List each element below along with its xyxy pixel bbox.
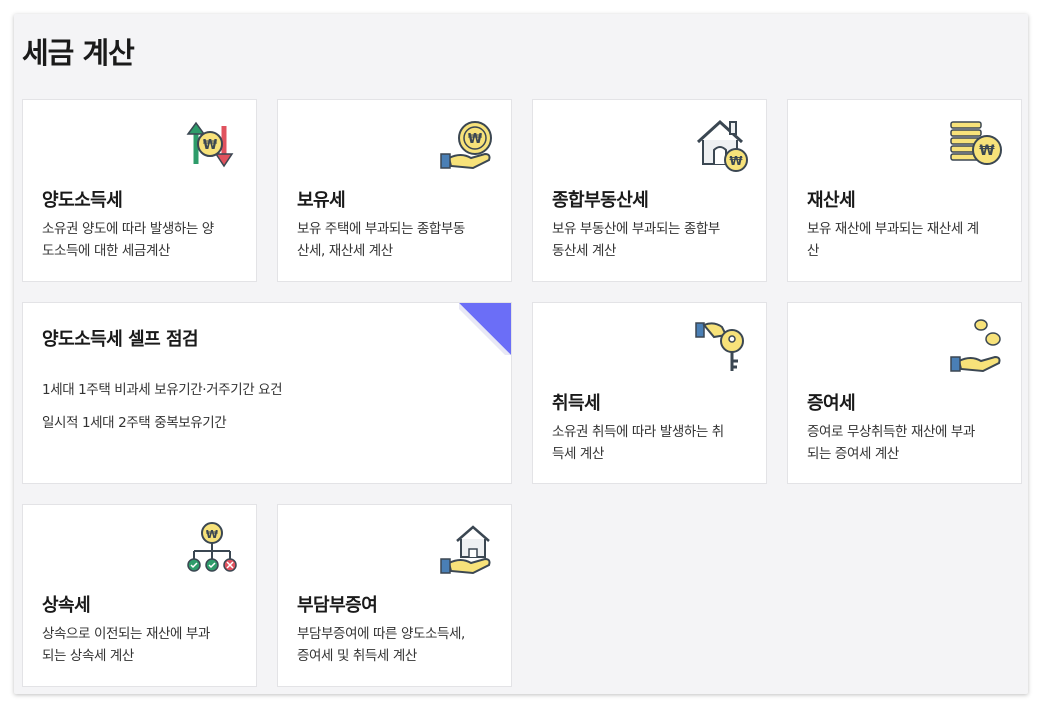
card-yangdo-tax[interactable]: ₩ 양도소득세 소유권 양도에 따라 발생하는 양 도소득에 대한 세금계산: [22, 99, 257, 282]
hand-falling-coins-icon: [947, 317, 1007, 377]
corner-ribbon-icon: [459, 303, 511, 355]
card-title: 양도소득세: [42, 190, 123, 211]
svg-text:₩: ₩: [203, 138, 218, 153]
card-title: 취득세: [552, 393, 601, 414]
transfer-arrows-won-icon: ₩: [182, 114, 242, 174]
card-yangdo-self-check[interactable]: 양도소득세 셀프 점검 1세대 1주택 비과세 보유기간·거주기간 요건 일시적…: [22, 302, 512, 484]
card-description: 증여로 무상취득한 재산에 부과 되는 증여세 계산: [807, 424, 975, 462]
card-description: 보유 부동산에 부과되는 종합부 동산세 계산: [552, 221, 720, 259]
svg-text:₩: ₩: [979, 143, 995, 159]
svg-text:₩: ₩: [206, 528, 218, 541]
card-jonghap-tax[interactable]: ₩ 종합부동산세 보유 부동산에 부과되는 종합부 동산세 계산: [532, 99, 767, 282]
card-title: 양도소득세 셀프 점검: [42, 329, 199, 350]
card-description: 소유권 양도에 따라 발생하는 양 도소득에 대한 세금계산: [42, 221, 214, 259]
coin-stack-icon: ₩: [947, 114, 1007, 174]
card-title: 보유세: [297, 190, 346, 211]
hand-house-icon: [437, 519, 497, 579]
card-description: 소유권 취득에 따라 발생하는 취 득세 계산: [552, 424, 724, 462]
page-title: 세금 계산: [22, 36, 135, 70]
card-title: 증여세: [807, 393, 856, 414]
hand-key-icon: [692, 317, 752, 377]
card-description: 보유 주택에 부과되는 종합부동 산세, 재산세 계산: [297, 221, 465, 259]
house-coin-icon: ₩: [692, 114, 752, 174]
self-check-item[interactable]: 1세대 1주택 비과세 보유기간·거주기간 요건: [42, 378, 283, 398]
hand-coin-icon: ₩: [437, 114, 497, 174]
card-description: 상속으로 이전되는 재산에 부과 되는 상속세 계산: [42, 626, 210, 664]
card-chideuk-tax[interactable]: 취득세 소유권 취득에 따라 발생하는 취 득세 계산: [532, 302, 767, 484]
card-jeungyeo-tax[interactable]: 증여세 증여로 무상취득한 재산에 부과 되는 증여세 계산: [787, 302, 1022, 484]
card-budam-jeungyeo[interactable]: 부담부증여 부담부증여에 따른 양도소득세, 증여세 및 취득세 계산: [277, 504, 512, 687]
svg-text:₩: ₩: [729, 154, 743, 168]
card-description: 부담부증여에 따른 양도소득세, 증여세 및 취득세 계산: [297, 626, 465, 664]
card-title: 종합부동산세: [552, 190, 649, 211]
card-title: 재산세: [807, 190, 856, 211]
svg-text:₩: ₩: [468, 132, 483, 147]
inheritance-tree-icon: ₩: [182, 519, 242, 579]
card-title: 상속세: [42, 595, 91, 616]
card-sangsok-tax[interactable]: ₩ 상속세 상속으로 이전되는 재산에 부과 되는 상속세 계산: [22, 504, 257, 687]
card-boyu-tax[interactable]: ₩ 보유세 보유 주택에 부과되는 종합부동 산세, 재산세 계산: [277, 99, 512, 282]
card-description: 보유 재산에 부과되는 재산세 계산: [807, 221, 979, 259]
card-jaesan-tax[interactable]: ₩ 재산세 보유 재산에 부과되는 재산세 계산: [787, 99, 1022, 282]
card-title: 부담부증여: [297, 595, 378, 616]
self-check-item[interactable]: 일시적 1세대 2주택 중복보유기간: [42, 411, 227, 431]
